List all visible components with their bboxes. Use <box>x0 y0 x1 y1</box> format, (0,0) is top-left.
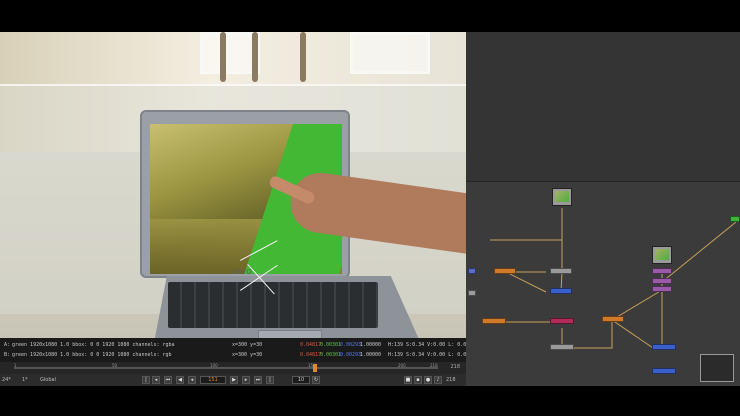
timeline-playhead[interactable] <box>313 364 318 372</box>
letterbox-top <box>0 0 740 32</box>
viewer-info-bar: A: green 1920x1080 1.0 bbox: 0 0 1920 10… <box>0 338 478 362</box>
graph-node[interactable] <box>550 318 574 324</box>
timeline[interactable]: 1 50 100 150 200 218 218 <box>0 362 466 374</box>
info-row-a: A: green 1920x1080 1.0 bbox: 0 0 1920 10… <box>4 340 478 350</box>
audio-icon[interactable]: ♪ <box>434 376 442 384</box>
next-key-icon[interactable]: ⏭ <box>254 376 262 384</box>
step-forward-icon[interactable]: ▸ <box>242 376 250 384</box>
connection-wire <box>611 319 657 351</box>
node-thumbnail <box>655 249 669 260</box>
increment-field[interactable]: 10 <box>292 376 310 384</box>
timeline-end-label: 218 <box>450 364 460 370</box>
info-blue: 0.00293 <box>340 342 362 348</box>
timeline-tick: 100 <box>210 363 218 368</box>
graph-node[interactable] <box>652 268 672 274</box>
graph-node[interactable] <box>652 278 672 284</box>
info-red: 0.04817 <box>300 352 322 358</box>
step-back-frame-icon[interactable]: ◂ <box>188 376 196 384</box>
info-hsv: H:139 S:0.34 V:0.00 L: 0.00912 <box>388 352 479 358</box>
graph-node[interactable] <box>550 268 572 274</box>
info-green: 0.00301 <box>320 342 342 348</box>
laptop-touchpad <box>258 330 322 338</box>
info-row-b: B: green 1920x1080 1.0 bbox: 0 0 1920 10… <box>4 350 478 360</box>
viewer-panel[interactable]: VAIO <box>0 32 466 338</box>
graph-node[interactable] <box>494 268 516 274</box>
chair-back-slat <box>220 32 226 82</box>
graph-minimap[interactable] <box>700 354 734 382</box>
cache-icon[interactable]: ■ <box>404 376 412 384</box>
proxy-icon[interactable]: ▪ <box>414 376 422 384</box>
fps-dropdown[interactable]: 24* <box>2 376 11 384</box>
graph-node[interactable] <box>482 318 506 324</box>
chair-back-slat <box>300 32 306 82</box>
info-format: green 1920x1080 1.0 bbox: 0 0 1920 1080 … <box>12 342 175 348</box>
playback-controls: 24* 1* Global | ◂ ⏮ ◀ ◂ 151 ▶ ▸ ⏭ | 10 ↻… <box>0 374 466 386</box>
info-coords: x=300 y=30 <box>232 342 263 348</box>
window-right <box>350 32 430 74</box>
prev-key-icon[interactable]: ⏮ <box>164 376 172 384</box>
lock-icon[interactable]: ● <box>424 376 432 384</box>
connection-wire <box>560 208 563 293</box>
connection-wire <box>505 271 547 293</box>
current-frame-field[interactable]: 151 <box>200 376 226 384</box>
graph-node[interactable] <box>550 288 572 294</box>
info-prefix: A: <box>4 342 11 348</box>
info-coords: x=300 y=30 <box>232 352 263 358</box>
graph-node[interactable] <box>468 268 476 274</box>
node-thumbnail <box>555 191 569 202</box>
connection-wire <box>572 320 613 349</box>
step-back-icon[interactable]: ◂ <box>152 376 160 384</box>
play-forward-icon[interactable]: ▶ <box>230 376 238 384</box>
connection-wire <box>490 208 563 241</box>
loop-icon[interactable]: ↻ <box>312 376 320 384</box>
info-format: green 1920x1080 1.0 bbox: 0 0 1920 1080 … <box>12 352 172 358</box>
info-blue: 0.00293 <box>340 352 362 358</box>
graph-node[interactable] <box>602 316 624 322</box>
end-frame-label: 218 <box>446 377 456 383</box>
timeline-tick: 1 <box>14 363 17 368</box>
read-node-thumbnail[interactable] <box>652 246 672 264</box>
info-red: 0.04817 <box>300 342 322 348</box>
window-left <box>200 32 260 74</box>
graph-node[interactable] <box>730 216 740 222</box>
info-prefix: B: <box>4 352 11 358</box>
graph-node[interactable] <box>652 368 676 374</box>
letterbox-bottom <box>0 386 740 416</box>
timeline-tick: 200 <box>398 363 406 368</box>
chair-back-slat <box>252 32 258 82</box>
laptop-brand: VAIO <box>232 268 253 276</box>
graph-node[interactable] <box>652 344 676 350</box>
timeline-tick: 50 <box>112 363 118 368</box>
graph-node[interactable] <box>468 290 476 296</box>
timeline-tick: 218 <box>430 363 438 368</box>
read-node-thumbnail[interactable] <box>552 188 572 206</box>
info-alpha: 1.00000 <box>360 352 382 358</box>
goto-end-icon[interactable]: | <box>266 376 274 384</box>
range-mode-dropdown[interactable]: Global <box>40 376 56 384</box>
info-hsv: H:139 S:0.34 V:0.00 L: 0.00912 <box>388 342 479 348</box>
node-graph-panel[interactable] <box>466 32 740 386</box>
info-green: 0.00301 <box>320 352 342 358</box>
timeline-track[interactable] <box>14 367 438 369</box>
frame-mode-dropdown[interactable]: 1* <box>22 376 28 384</box>
graph-node[interactable] <box>652 286 672 292</box>
graph-node[interactable] <box>550 344 574 350</box>
connection-wire <box>661 221 737 283</box>
info-alpha: 1.00000 <box>360 342 382 348</box>
node-connections <box>490 208 737 373</box>
laptop-keyboard <box>168 282 378 328</box>
goto-start-icon[interactable]: | <box>142 376 150 384</box>
play-backward-icon[interactable]: ◀ <box>176 376 184 384</box>
